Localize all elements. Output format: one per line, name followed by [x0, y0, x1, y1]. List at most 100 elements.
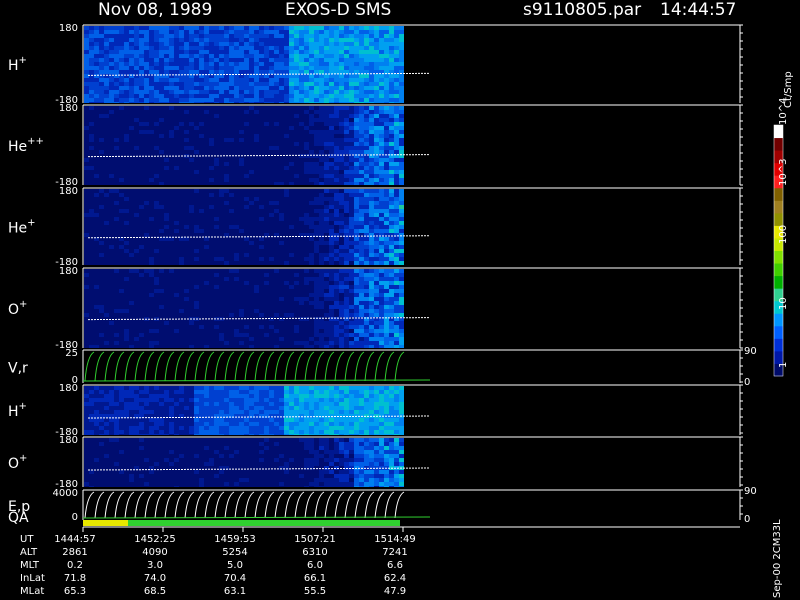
spectrogram-cell: [99, 277, 104, 281]
spectrogram-cell: [104, 189, 109, 193]
spectrogram-cell: [379, 189, 384, 193]
spectrogram-cell: [224, 166, 229, 170]
spectrogram-cell: [304, 54, 309, 58]
spectrogram-cell: [344, 229, 349, 233]
spectrogram-cell: [149, 229, 154, 233]
spectrogram-cell: [224, 205, 229, 209]
spectrogram-cell: [314, 221, 319, 225]
spectrogram-cell: [379, 174, 384, 178]
spectrogram-cell: [234, 269, 239, 273]
spectrogram-cell: [179, 158, 184, 162]
spectrogram-cell: [364, 225, 369, 229]
spectrogram-cell: [174, 54, 179, 58]
spectrogram-cell: [219, 333, 224, 337]
spectrogram-cell: [399, 90, 404, 94]
spectrogram-cell: [244, 205, 249, 209]
spectrogram-cell: [289, 297, 294, 301]
spectrogram-cell: [109, 78, 114, 82]
spectrogram-cell: [309, 217, 314, 221]
spectrogram-cell: [119, 66, 124, 70]
spectrogram-cell: [134, 297, 139, 301]
spectrogram-cell: [234, 321, 239, 325]
spectrogram-cell: [299, 170, 304, 174]
spectrogram-cell: [224, 285, 229, 289]
spectrogram-cell: [229, 46, 234, 50]
spectrogram-cell: [314, 86, 319, 90]
spectrogram-cell: [89, 201, 94, 205]
spectrogram-cell: [114, 285, 119, 289]
spectrogram-cell: [329, 86, 334, 90]
spectrogram-cell: [224, 281, 229, 285]
spectrogram-cell: [349, 90, 354, 94]
spectrogram-cell: [389, 82, 394, 86]
spectrogram-cell: [309, 154, 314, 158]
spectrogram-cell: [379, 62, 384, 66]
spectrogram-cell: [169, 106, 174, 110]
spectrogram-cell: [389, 46, 394, 50]
spectrogram-cell: [229, 277, 234, 281]
spectrogram-cell: [339, 281, 344, 285]
spectrogram-cell: [304, 229, 309, 233]
spectrogram-cell: [324, 345, 329, 348]
spectrogram-cell: [389, 98, 394, 102]
spectrogram-cell: [359, 197, 364, 201]
spectrogram-cell: [399, 146, 404, 150]
spectrogram-cell: [149, 58, 154, 62]
spectrogram-cell: [274, 166, 279, 170]
spectrogram-cell: [384, 126, 389, 130]
spectrogram-cell: [189, 221, 194, 225]
spectrogram-cell: [294, 34, 299, 38]
spectrogram-cell: [349, 130, 354, 134]
spectrogram-cell: [329, 321, 334, 325]
spectrogram-cell: [189, 66, 194, 70]
spectrogram-cell: [84, 305, 89, 309]
spectrogram-cell: [169, 150, 174, 154]
spectrogram-cell: [294, 269, 299, 273]
spectrogram-cell: [279, 221, 284, 225]
spectrogram-cell: [84, 114, 89, 118]
spectrogram-cell: [144, 293, 149, 297]
spectrogram-cell: [329, 285, 334, 289]
spectrogram-cell: [299, 182, 304, 185]
spectrogram-cell: [294, 249, 299, 253]
spectrogram-cell: [234, 333, 239, 337]
spectrogram-cell: [294, 158, 299, 162]
spectrogram-cell: [354, 42, 359, 46]
spectrogram-cell: [249, 293, 254, 297]
spectrogram-cell: [279, 34, 284, 38]
spectrogram-cell: [324, 193, 329, 197]
spectrogram-cell: [249, 197, 254, 201]
spectrogram-cell: [119, 170, 124, 174]
spectrogram-cell: [349, 74, 354, 78]
spectrogram-cell: [129, 201, 134, 205]
spectrogram-cell: [359, 34, 364, 38]
spectrogram-cell: [84, 106, 89, 110]
spectrogram-cell: [369, 50, 374, 54]
spectrogram-cell: [124, 313, 129, 317]
spectrogram-cell: [329, 213, 334, 217]
spectrogram-cell: [139, 281, 144, 285]
spectrogram-cell: [124, 94, 129, 98]
spectrogram-cell: [89, 54, 94, 58]
spectrogram-cell: [109, 301, 114, 305]
spectrogram-cell: [89, 241, 94, 245]
spectrogram-cell: [394, 237, 399, 241]
spectrogram-cell: [114, 150, 119, 154]
spectrogram-cell: [159, 301, 164, 305]
spectrogram-cell: [279, 297, 284, 301]
spectrogram-cell: [264, 98, 269, 102]
spectrogram-cell: [119, 178, 124, 182]
spectrogram-cell: [149, 337, 154, 341]
spectrogram-cell: [94, 225, 99, 229]
spectrogram-cell: [259, 345, 264, 348]
spectrogram-cell: [329, 301, 334, 305]
spectrogram-cell: [204, 70, 209, 74]
spectrogram-cell: [204, 293, 209, 297]
spectrogram-cell: [244, 110, 249, 114]
spectrogram-cell: [164, 110, 169, 114]
spectrogram-cell: [94, 253, 99, 257]
spectrogram-cell: [259, 114, 264, 118]
spectrogram-cell: [154, 325, 159, 329]
spectrogram-cell: [189, 233, 194, 237]
spectrogram-cell: [314, 102, 319, 103]
